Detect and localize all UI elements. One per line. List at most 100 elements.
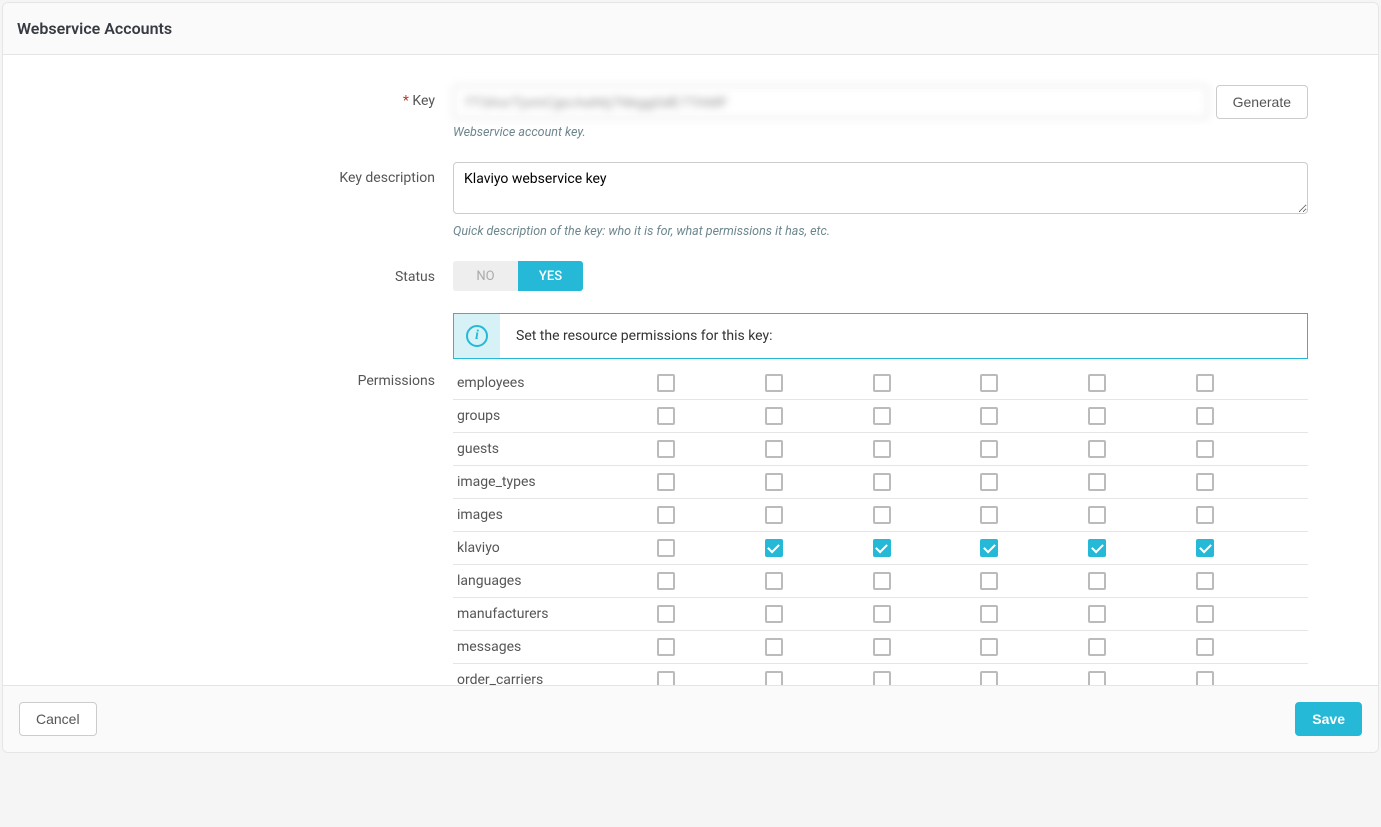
permission-checkbox[interactable] (980, 506, 998, 524)
permission-checkbox[interactable] (765, 440, 783, 458)
panel-header: Webservice Accounts (3, 3, 1378, 55)
permission-checkbox[interactable] (657, 605, 675, 623)
permission-checkbox[interactable] (1196, 506, 1214, 524)
perm-col (873, 374, 981, 392)
permission-checkbox[interactable] (1196, 374, 1214, 392)
permission-checkbox[interactable] (980, 407, 998, 425)
field-status: NO YES (453, 261, 1308, 291)
permission-checkbox[interactable] (980, 473, 998, 491)
permission-checkbox[interactable] (1196, 473, 1214, 491)
permission-checkbox[interactable] (873, 407, 891, 425)
permission-checkbox[interactable] (1196, 572, 1214, 590)
permission-checkbox[interactable] (765, 671, 783, 685)
permission-checkbox[interactable] (1088, 671, 1106, 685)
permission-checkbox[interactable] (1196, 440, 1214, 458)
permission-checkbox[interactable] (657, 638, 675, 656)
permission-checkbox[interactable] (873, 539, 891, 557)
permission-checkbox[interactable] (765, 638, 783, 656)
key-input[interactable] (453, 85, 1208, 119)
table-row: images (453, 499, 1308, 532)
perm-col (765, 638, 873, 656)
permission-checkbox[interactable] (980, 605, 998, 623)
table-row: groups (453, 400, 1308, 433)
permission-checkbox[interactable] (1088, 638, 1106, 656)
status-no[interactable]: NO (453, 261, 518, 291)
perm-col (1196, 605, 1304, 623)
permission-checkbox[interactable] (1088, 407, 1106, 425)
generate-button[interactable]: Generate (1216, 85, 1308, 119)
perm-cols (657, 539, 1304, 557)
page-title: Webservice Accounts (17, 19, 1364, 38)
permission-checkbox[interactable] (657, 506, 675, 524)
field-description: Quick description of the key: who it is … (453, 162, 1308, 239)
permission-checkbox[interactable] (765, 605, 783, 623)
permission-checkbox[interactable] (980, 671, 998, 685)
permission-checkbox[interactable] (1088, 572, 1106, 590)
permission-checkbox[interactable] (657, 440, 675, 458)
permission-checkbox[interactable] (1196, 407, 1214, 425)
permission-checkbox[interactable] (1196, 671, 1214, 685)
permission-checkbox[interactable] (873, 374, 891, 392)
perm-col (873, 638, 981, 656)
permission-checkbox[interactable] (980, 638, 998, 656)
permission-checkbox[interactable] (873, 605, 891, 623)
description-textarea[interactable] (453, 162, 1308, 214)
perm-col (873, 506, 981, 524)
perm-col (1196, 473, 1304, 491)
permission-checkbox[interactable] (657, 407, 675, 425)
resource-name: order_carriers (457, 672, 657, 685)
permission-checkbox[interactable] (1088, 539, 1106, 557)
permission-checkbox[interactable] (765, 374, 783, 392)
perm-col (980, 671, 1088, 685)
cancel-button[interactable]: Cancel (19, 702, 97, 736)
table-row: employees (453, 367, 1308, 400)
permission-checkbox[interactable] (1088, 440, 1106, 458)
permission-checkbox[interactable] (765, 506, 783, 524)
permissions-table: employeesgroupsguestsimage_typesimageskl… (453, 367, 1308, 685)
permission-checkbox[interactable] (873, 440, 891, 458)
permission-checkbox[interactable] (1088, 473, 1106, 491)
permission-checkbox[interactable] (765, 407, 783, 425)
permission-checkbox[interactable] (657, 671, 675, 685)
row-key: * Key Generate Webservice account key. (73, 85, 1308, 140)
permission-checkbox[interactable] (1088, 605, 1106, 623)
perm-col (657, 605, 765, 623)
permission-checkbox[interactable] (1196, 539, 1214, 557)
permission-checkbox[interactable] (1088, 506, 1106, 524)
permission-checkbox[interactable] (980, 539, 998, 557)
row-status: Status NO YES (73, 261, 1308, 291)
permission-checkbox[interactable] (873, 506, 891, 524)
perm-col (980, 374, 1088, 392)
perm-col (765, 440, 873, 458)
resource-name: employees (457, 375, 657, 391)
perm-col (657, 638, 765, 656)
status-yes[interactable]: YES (518, 261, 583, 291)
permission-checkbox[interactable] (980, 440, 998, 458)
permission-checkbox[interactable] (765, 473, 783, 491)
permission-checkbox[interactable] (873, 572, 891, 590)
permission-checkbox[interactable] (657, 539, 675, 557)
permissions-info-box: i Set the resource permissions for this … (453, 313, 1308, 359)
permission-checkbox[interactable] (657, 572, 675, 590)
permission-checkbox[interactable] (873, 473, 891, 491)
permission-checkbox[interactable] (1088, 374, 1106, 392)
perm-col (657, 473, 765, 491)
perm-col (1196, 671, 1304, 685)
permission-checkbox[interactable] (765, 539, 783, 557)
permission-checkbox[interactable] (1196, 638, 1214, 656)
permission-checkbox[interactable] (980, 374, 998, 392)
perm-cols (657, 374, 1304, 392)
permission-checkbox[interactable] (765, 572, 783, 590)
permission-checkbox[interactable] (657, 374, 675, 392)
permission-checkbox[interactable] (1196, 605, 1214, 623)
permission-checkbox[interactable] (980, 572, 998, 590)
help-key: Webservice account key. (453, 125, 1308, 140)
save-button[interactable]: Save (1295, 702, 1362, 736)
permission-checkbox[interactable] (873, 638, 891, 656)
perm-col (1088, 374, 1196, 392)
resource-name: image_types (457, 474, 657, 490)
permission-checkbox[interactable] (873, 671, 891, 685)
resource-name: languages (457, 573, 657, 589)
perm-col (1196, 374, 1304, 392)
permission-checkbox[interactable] (657, 473, 675, 491)
